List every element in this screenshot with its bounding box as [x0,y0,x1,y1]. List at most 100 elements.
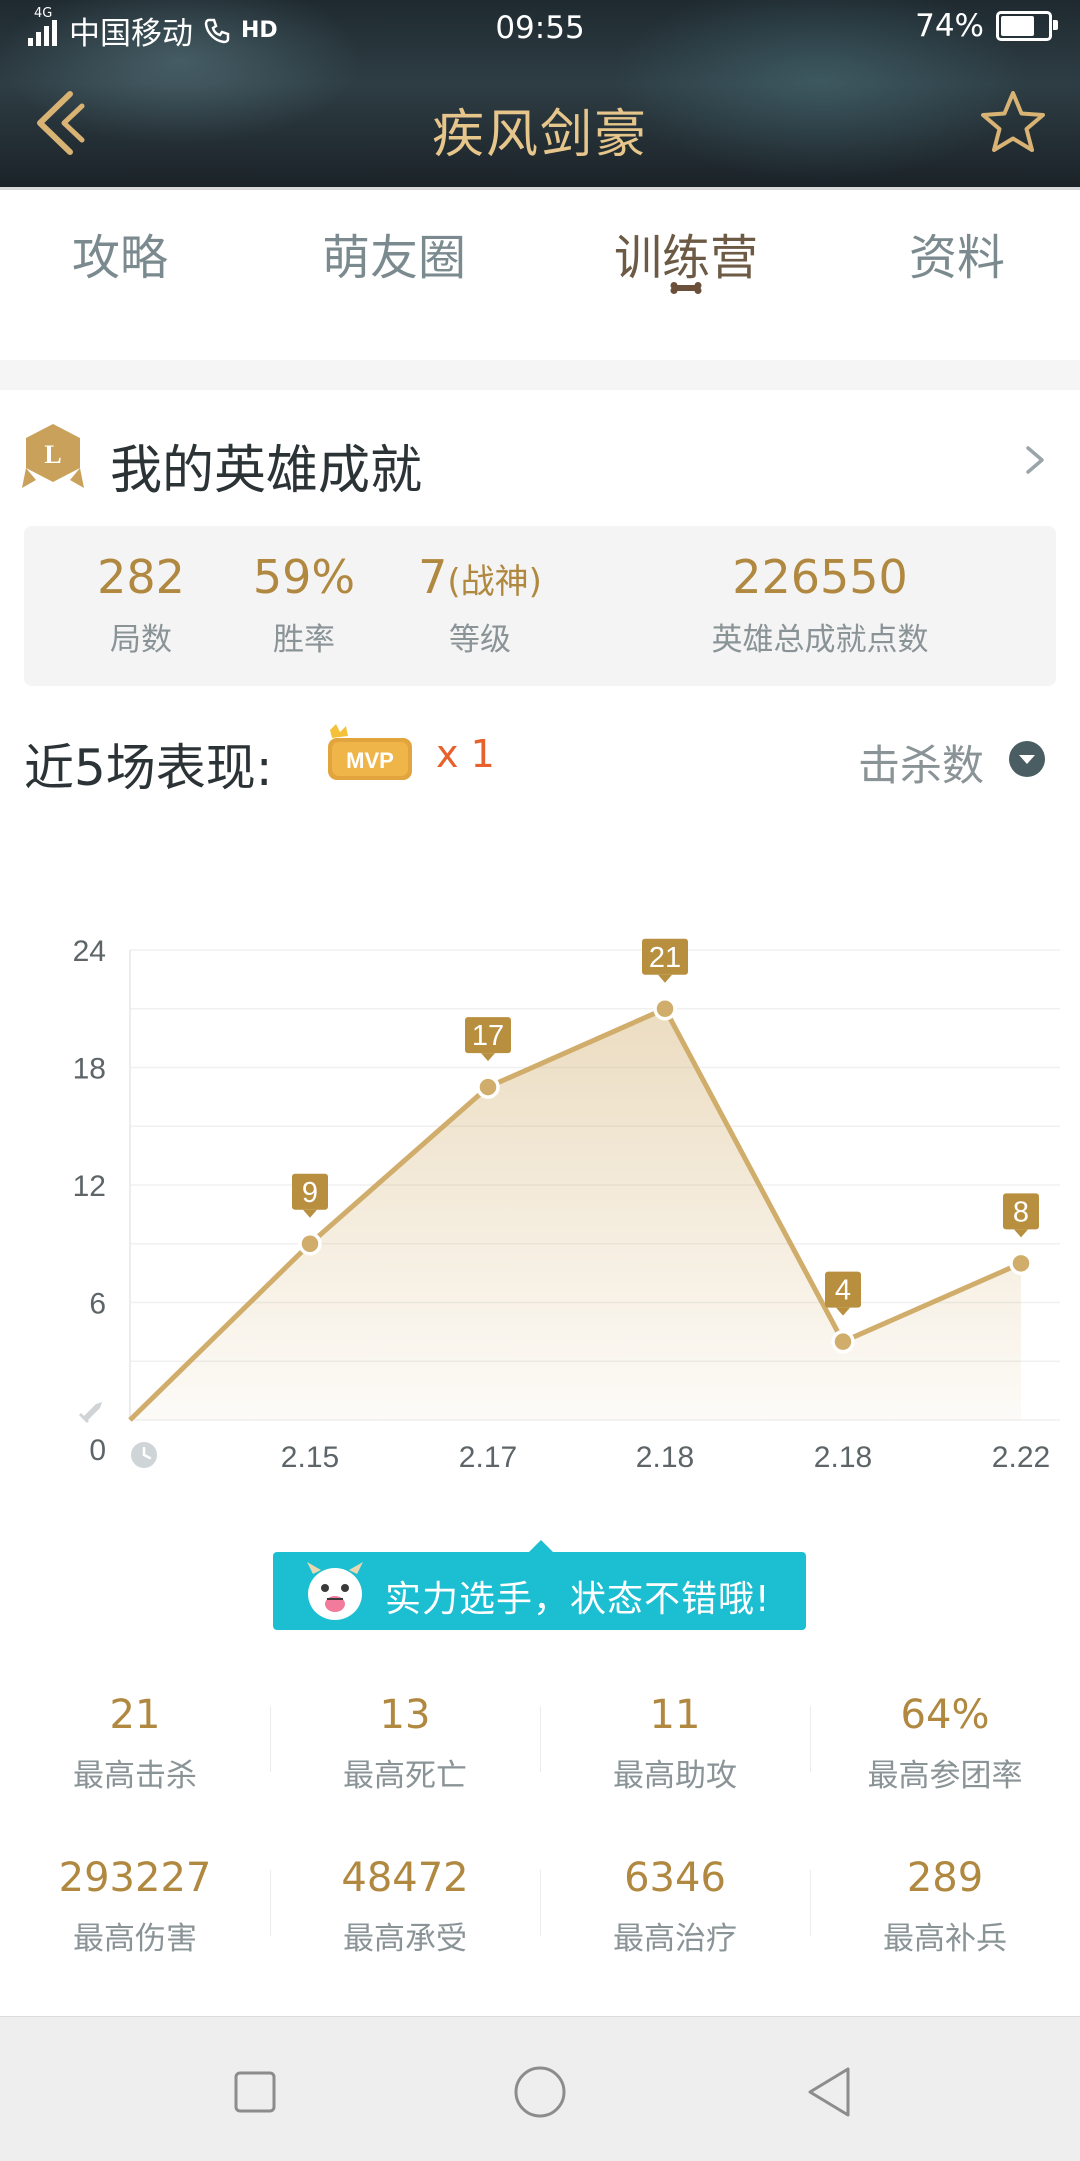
battery-icon [996,11,1058,41]
level-badge-icon: L [22,424,84,488]
y-tick-label: 24 [73,935,106,968]
y-tick-label: 12 [73,1170,106,1203]
stat-total-points-label: 英雄总成就点数 [711,622,929,658]
header: 4G 中国移动 HD 09:55 74% 疾风剑豪 [0,0,1080,190]
stat-games-label: 局数 [110,622,172,658]
best-damage-taken-label: 最高承受 [343,1921,467,1957]
battery-percent: 74% [915,8,984,44]
best-stats-grid: 21 最高击杀 13 最高死亡 11 最高助攻 64% 最高参团率 293227… [0,1680,1080,1980]
hero-achievements-header[interactable]: L 我的英雄成就 [0,400,1080,520]
best-assists: 11 最高助攻 [540,1692,810,1795]
page-title: 疾风剑豪 [431,105,648,165]
active-tab-indicator-icon [670,282,702,294]
best-kill-participation: 64% 最高参团率 [810,1692,1080,1795]
stat-total-points: 226550 英雄总成就点数 [660,550,980,659]
best-cs-label: 最高补兵 [883,1921,1007,1957]
stat-level-value: 7(战神) [380,550,580,604]
mvp-badge-icon: MVP [328,724,412,780]
best-damage: 293227 最高伤害 [0,1855,270,1958]
kills-area-chart: 0 6 12 18 24 2.15 2.17 2.18 2.18 2.22 9 17 21 4 8 [73,935,1060,1474]
metric-dropdown[interactable]: 击杀数 [858,732,984,793]
data-point [476,1075,500,1099]
data-label: 8 [1013,1196,1029,1228]
divider [810,1870,811,1936]
system-nav-bar [0,2016,1080,2161]
x-tick-label: 2.15 [281,1441,339,1474]
achievements-title: 我的英雄成就 [110,441,423,501]
data-label: 21 [649,942,681,974]
clock-icon [131,1442,157,1468]
battery-fill [1001,16,1034,36]
divider [540,1870,541,1936]
stat-total-points-value: 226550 [732,550,908,604]
tab-info[interactable]: 资料 [909,218,1005,288]
back-triangle-icon[interactable] [802,2065,856,2119]
best-damage-taken: 48472 最高承受 [270,1855,540,1958]
stat-level-number: 7 [418,550,448,604]
tab-strategy[interactable]: 攻略 [72,218,168,288]
best-deaths: 13 最高死亡 [270,1692,540,1795]
sword-icon [78,1402,102,1424]
recent-performance-title: 近5场表现: [24,739,273,797]
data-point [1009,1251,1033,1276]
stat-games: 282 局数 [61,550,221,659]
chart-y-axis: 0 6 12 18 24 [73,935,106,1467]
badge-letter: L [44,440,61,469]
data-point [831,1329,855,1354]
x-tick-label: 2.18 [636,1441,694,1474]
best-kill-participation-value: 64% [900,1692,990,1738]
best-kill-participation-label: 最高参团率 [867,1758,1023,1794]
data-label-pointer [1014,1229,1028,1238]
tab-bar: 攻略 萌友圈 训练营 资料 [0,190,1080,360]
divider [810,1706,811,1772]
x-tick-label: 2.22 [992,1441,1050,1474]
data-label: 4 [835,1275,851,1307]
mvp-label: MVP [346,748,394,773]
data-label-pointer [658,974,672,983]
divider [270,1870,271,1936]
best-healing: 6346 最高治疗 [540,1855,810,1958]
data-point [653,997,677,1021]
chevron-right-icon [1026,446,1044,474]
data-label-pointer [481,1053,495,1062]
achievement-stats: 282 局数 59% 胜率 7(战神) 等级 226550 英雄总成就点数 [24,526,1056,686]
best-assists-value: 11 [649,1692,701,1738]
x-tick-label: 2.17 [459,1441,517,1474]
divider [270,1706,271,1772]
data-point [298,1232,322,1256]
chart-x-axis: 2.15 2.17 2.18 2.18 2.22 [281,1441,1050,1474]
chevron-down-icon[interactable] [1008,740,1046,778]
tab-friends-circle[interactable]: 萌友圈 [322,218,466,288]
x-tick-label: 2.18 [814,1441,872,1474]
best-damage-value: 293227 [58,1855,212,1901]
best-kills-value: 21 [109,1692,161,1738]
best-healing-label: 最高治疗 [613,1921,737,1957]
home-circle-icon[interactable] [513,2065,567,2119]
best-damage-taken-value: 48472 [341,1855,469,1901]
stat-level-suffix: (战神) [447,562,542,602]
data-label: 17 [472,1020,504,1052]
best-deaths-label: 最高死亡 [343,1758,467,1794]
tip-text: 实力选手，状态不错哦! [385,1579,771,1620]
mvp-count: x 1 [436,732,495,776]
section-divider [0,360,1080,390]
y-tick-label: 0 [89,1434,106,1467]
data-label-pointer [836,1307,850,1316]
divider [540,1706,541,1772]
best-healing-value: 6346 [624,1855,726,1901]
stat-winrate: 59% 胜率 [224,550,384,659]
status-right: 74% [915,8,1058,44]
data-label-pointer [303,1209,317,1218]
data-label: 9 [302,1177,318,1209]
favorite-star-icon[interactable] [978,88,1048,158]
stat-winrate-label: 胜率 [273,622,335,658]
y-tick-label: 6 [89,1288,106,1321]
stat-level-label: 等级 [449,622,511,658]
stat-level: 7(战神) 等级 [380,550,580,659]
tab-training-camp[interactable]: 训练营 [614,218,758,288]
best-kills: 21 最高击杀 [0,1692,270,1795]
performance-tip-banner: 实力选手，状态不错哦! [273,1540,806,1630]
recents-square-icon[interactable] [228,2065,282,2119]
best-assists-label: 最高助攻 [613,1758,737,1794]
y-tick-label: 18 [73,1053,106,1086]
